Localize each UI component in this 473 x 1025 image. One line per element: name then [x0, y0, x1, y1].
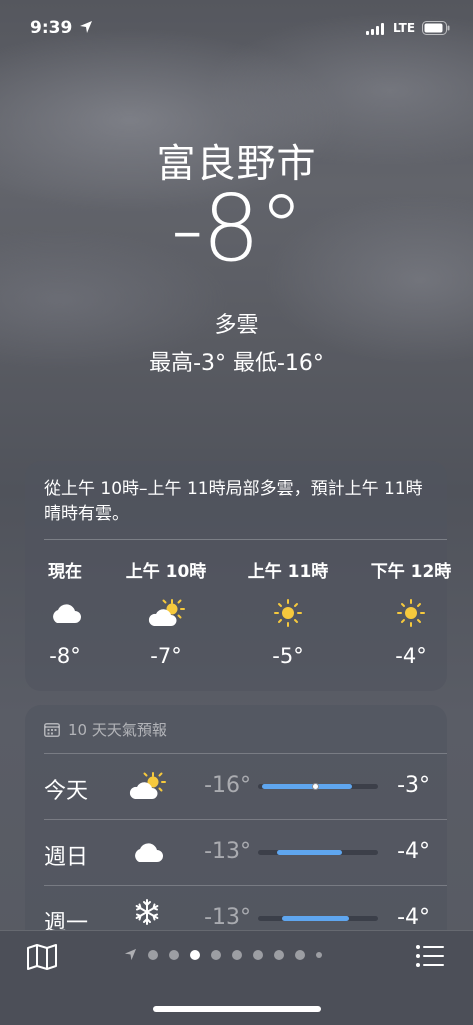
- home-indicator: [153, 1006, 321, 1012]
- hour-temperature: -7°: [150, 644, 182, 668]
- day-row[interactable]: 今天 -16° -3°: [25, 753, 447, 819]
- divider: [44, 885, 447, 886]
- page-dot: [316, 951, 322, 958]
- temperature-range-bar: [258, 783, 378, 790]
- temperature-range-fill: [282, 916, 350, 921]
- temperature-range-bar: [258, 916, 378, 921]
- partly-sunny-icon: [148, 599, 185, 626]
- cloud-icon: [53, 604, 81, 623]
- temperature-range-fill: [261, 784, 352, 789]
- forecast-summary: 從上午 10時–上午 11時局部多雲，預計上午 11時晴時有雲。: [44, 479, 423, 524]
- day-high-temp: -3°: [397, 773, 430, 798]
- day-low-temp: -13°: [204, 839, 251, 864]
- hour-label: 上午 10時: [125, 562, 207, 582]
- hour-item: 下午 12時 -4°: [356, 557, 466, 668]
- day-high-temp: -4°: [397, 905, 430, 930]
- sun-icon: [274, 599, 302, 627]
- day-name: 今天: [44, 779, 89, 804]
- ten-day-forecast-card[interactable]: 10 天天氣預報 今天 -16° -3° 週日 -13° -4° 週一 -13°…: [25, 705, 447, 965]
- page-dot: [232, 949, 242, 960]
- ten-day-header: 10 天天氣預報: [44, 719, 167, 740]
- status-time: 9:39: [30, 18, 73, 38]
- map-icon[interactable]: [26, 943, 58, 971]
- divider: [44, 753, 447, 754]
- page-dot: [253, 949, 263, 960]
- high-low-temperature: 最高-3° 最低-16°: [149, 351, 324, 376]
- temperature-range-fill: [277, 850, 342, 855]
- network-type: LTE: [393, 21, 416, 35]
- hour-temperature: -8°: [49, 644, 81, 668]
- current-location-icon: [124, 948, 137, 961]
- weather-condition: 多雲: [214, 313, 259, 338]
- page-dot: [169, 949, 179, 960]
- temperature-range-bar: [258, 850, 378, 855]
- page-dot: [148, 949, 158, 960]
- hour-item: 現在 -8°: [10, 557, 120, 668]
- page-indicator[interactable]: [124, 948, 322, 961]
- snowflake-icon: [135, 899, 159, 925]
- page-dot: [211, 949, 221, 960]
- divider: [44, 539, 447, 540]
- hour-item: 上午 11時 -5°: [233, 557, 343, 668]
- hourly-forecast-card[interactable]: 從上午 10時–上午 11時局部多雲，預計上午 11時晴時有雲。 現在 -8° …: [25, 461, 451, 691]
- list-icon[interactable]: [415, 944, 445, 968]
- day-low-temp: -16°: [204, 773, 251, 798]
- current-temperature: -8°: [170, 175, 305, 282]
- hour-item: 上午 10時 -7°: [111, 557, 221, 668]
- hour-temperature: -5°: [272, 644, 304, 668]
- day-row[interactable]: 週日 -13° -4°: [25, 819, 447, 885]
- calendar-icon: [44, 723, 60, 737]
- cellular-signal-icon: [366, 23, 384, 35]
- page-dot: [274, 949, 284, 960]
- divider: [44, 819, 447, 820]
- cloud-icon: [135, 843, 163, 862]
- partly-sunny-icon: [129, 772, 166, 799]
- day-low-temp: -13°: [204, 905, 251, 930]
- page-dot: [295, 949, 305, 960]
- day-name: 週日: [44, 845, 89, 870]
- hour-label: 上午 11時: [247, 562, 329, 582]
- ten-day-title: 10 天天氣預報: [68, 721, 167, 739]
- battery-icon: [422, 21, 450, 35]
- day-high-temp: -4°: [397, 839, 430, 864]
- sun-icon: [397, 599, 425, 627]
- location-arrow-icon: [80, 21, 92, 33]
- hour-label: 下午 12時: [370, 562, 452, 582]
- page-dot-active: [190, 949, 200, 960]
- hour-label: 現在: [48, 562, 82, 582]
- hour-temperature: -4°: [395, 644, 427, 668]
